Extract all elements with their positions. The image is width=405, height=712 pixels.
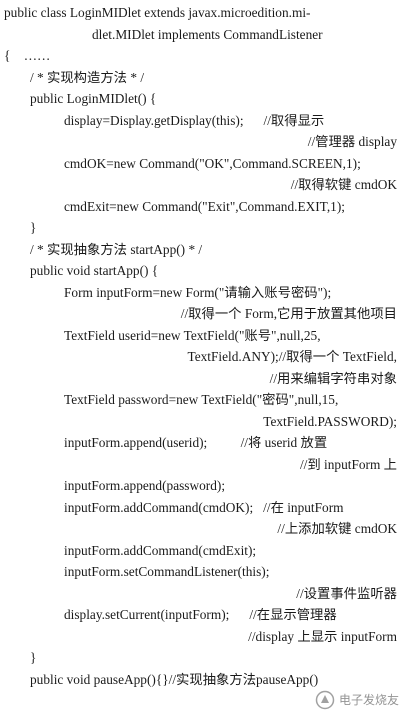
code-comment-constructor: / * 实现构造方法 * / xyxy=(30,69,145,85)
code-line-password-cont: TextField.PASSWORD); xyxy=(263,413,397,429)
code-close-brace-1: } xyxy=(30,220,37,235)
code-line-cmdok: cmdOK=new Command("OK",Command.SCREEN,1)… xyxy=(64,155,361,171)
code-line-3: { …… xyxy=(4,48,51,63)
code-line-setlistener: inputForm.setCommandListener(this); xyxy=(64,564,270,579)
watermark: 电子发烧友 xyxy=(315,690,399,710)
code-line-cmdexit: cmdExit=new Command("Exit",Command.EXIT,… xyxy=(64,198,345,214)
code-line-addcommand-ok: inputForm.addCommand(cmdOK); //在 inputFo… xyxy=(64,499,344,515)
code-line-userid: TextField userid=new TextField("账号",null… xyxy=(64,327,321,343)
code-comment-addcommand-ok: //上添加软键 cmdOK xyxy=(277,521,397,536)
logo-icon xyxy=(315,690,335,710)
watermark-text: 电子发烧友 xyxy=(338,693,399,707)
code-line-form: Form inputForm=new Form("请输入账号密码"); xyxy=(64,284,332,300)
code-line-startapp: public void startApp() { xyxy=(30,263,159,278)
code-line-append-password: inputForm.append(password); xyxy=(64,478,226,493)
code-listing: public class LoginMIDlet extends javax.m… xyxy=(0,0,405,712)
code-comment-setlistener: //设置事件监听器 xyxy=(296,585,397,601)
code-line-append-userid: inputForm.append(userid); //将 userid 放置 xyxy=(64,435,328,450)
code-comment-append-userid: //到 inputForm 上 xyxy=(299,456,397,472)
code-comment-startapp: / * 实现抽象方法 startApp() * / xyxy=(30,241,203,257)
code-line-display: display=Display.getDisplay(this); //取得显示 xyxy=(64,112,325,128)
code-line-1: public class LoginMIDlet extends javax.m… xyxy=(4,5,311,20)
code-line-userid-cont: TextField.ANY);//取得一个 TextField, xyxy=(187,349,397,364)
code-line-2: dlet.MIDlet implements CommandListener xyxy=(92,26,323,42)
code-line-addcommand-exit: inputForm.addCommand(cmdExit); xyxy=(64,542,257,558)
code-line-pauseapp: public void pauseApp(){}//实现抽象方法pauseApp… xyxy=(30,671,319,687)
code-line-constructor: public LoginMIDlet() { xyxy=(30,91,157,106)
code-close-brace-2: } xyxy=(30,650,37,665)
code-comment-cmdok: //取得软键 cmdOK xyxy=(290,177,397,192)
code-comment-setcurrent: //display 上显示 inputForm xyxy=(248,628,397,644)
code-comment-display: //管理器 display xyxy=(307,134,397,149)
code-line-password: TextField password=new TextField("密码",nu… xyxy=(64,392,339,407)
code-comment-form: //取得一个 Form,它用于放置其他项目 xyxy=(180,306,397,321)
code-line-setcurrent: display.setCurrent(inputForm); //在显示管理器 xyxy=(64,607,337,622)
code-comment-userid: //用来编辑字符串对象 xyxy=(269,370,397,386)
